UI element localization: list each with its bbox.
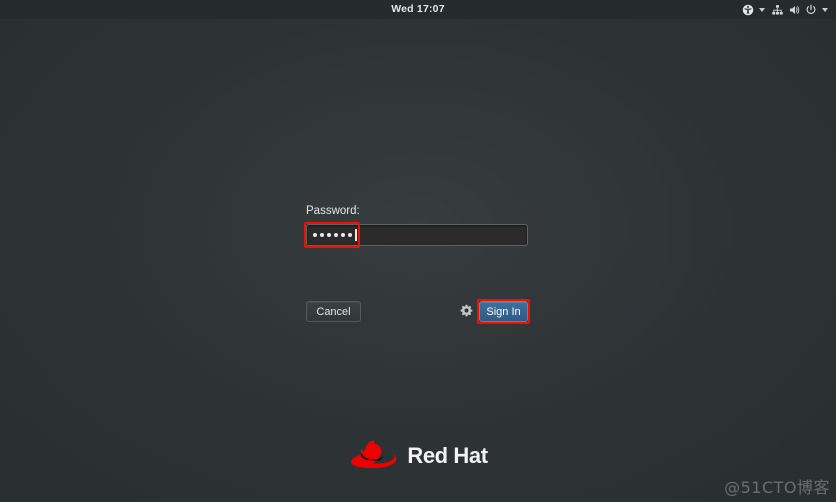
signin-button[interactable]: Sign In bbox=[479, 301, 528, 322]
button-row: Cancel Sign In bbox=[306, 299, 530, 324]
gear-icon[interactable] bbox=[460, 304, 473, 317]
login-screen-background bbox=[0, 0, 836, 502]
password-label: Password: bbox=[306, 205, 360, 217]
text-cursor bbox=[355, 229, 357, 241]
red-hat-fedora-icon bbox=[348, 437, 400, 474]
red-hat-logo-text: Red Hat bbox=[407, 442, 488, 468]
password-input[interactable] bbox=[306, 224, 528, 246]
red-hat-logo: Red Hat bbox=[0, 437, 836, 474]
power-icon bbox=[805, 4, 817, 16]
chevron-down-icon bbox=[822, 7, 828, 12]
password-masked-value bbox=[313, 233, 352, 237]
network-wired-icon bbox=[771, 4, 784, 16]
watermark: @51CTO博客 bbox=[724, 478, 830, 497]
chevron-down-icon bbox=[759, 7, 765, 12]
system-status-menu-button[interactable] bbox=[768, 0, 831, 19]
system-tray bbox=[739, 0, 831, 19]
login-form: Password: Cancel Sign In bbox=[304, 204, 530, 324]
volume-speaker-icon bbox=[788, 4, 801, 16]
clock[interactable]: Wed 17:07 bbox=[0, 0, 836, 19]
accessibility-menu-button[interactable] bbox=[739, 0, 768, 19]
cancel-button[interactable]: Cancel bbox=[306, 301, 361, 322]
password-field-row bbox=[304, 222, 528, 248]
universal-access-icon bbox=[742, 4, 754, 16]
top-bar: Wed 17:07 bbox=[0, 0, 836, 19]
